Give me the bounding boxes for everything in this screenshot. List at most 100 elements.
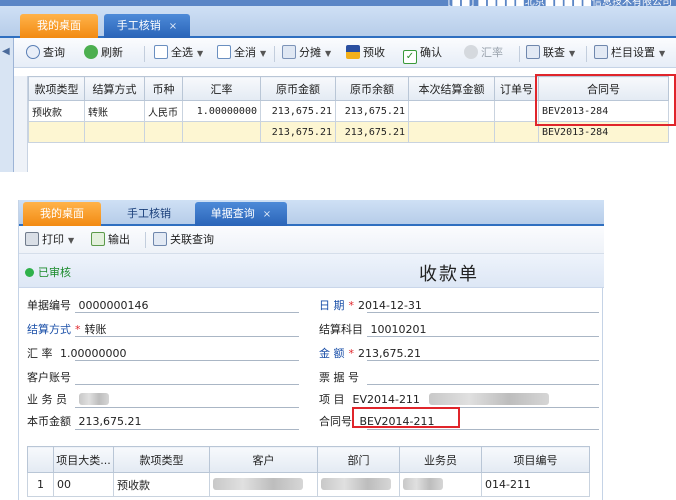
cell-order-no[interactable] <box>494 100 539 122</box>
visa-card-icon <box>346 45 360 59</box>
related-query-button[interactable]: 关联查询 <box>153 231 214 249</box>
sum-cell-amount: 213,675.21 <box>260 121 336 143</box>
print-button[interactable]: 打印 ▼ <box>25 231 74 249</box>
cell-project-category[interactable]: 00 <box>53 472 114 497</box>
link-query-icon <box>526 45 540 59</box>
export-button[interactable]: 输出 <box>91 231 130 249</box>
field-underline <box>75 336 299 337</box>
row-indicator-column <box>14 76 28 172</box>
contract-highlight-box <box>535 74 676 126</box>
sum-cell <box>408 121 495 143</box>
col-header[interactable]: 订单号 <box>494 76 539 101</box>
cell-settle-amount[interactable] <box>408 100 495 122</box>
col-header[interactable]: 款项类型 <box>113 446 210 473</box>
column-settings-button[interactable]: 栏目设置 ▼ <box>594 44 665 62</box>
settle-subject-value: 10010201 <box>370 323 427 336</box>
button-label: 联查 <box>543 46 565 59</box>
col-header[interactable]: 业务员 <box>399 446 482 473</box>
chevron-down-icon[interactable]: ▼ <box>325 49 331 58</box>
button-label: 汇率 <box>481 46 503 59</box>
cell-payment-type[interactable]: 预收款 <box>113 472 210 497</box>
cell-settle-method[interactable]: 转账 <box>84 100 145 122</box>
col-header[interactable]: 结算方式 <box>84 76 145 101</box>
sum-cell <box>182 121 261 143</box>
col-header[interactable] <box>27 446 54 473</box>
required-mark: * <box>348 347 355 360</box>
col-header[interactable]: 原币余额 <box>335 76 409 101</box>
sum-cell <box>28 121 85 143</box>
cell-amount[interactable]: 213,675.21 <box>260 100 336 122</box>
chevron-left-icon[interactable]: ◀ <box>2 46 10 57</box>
exchange-rate-icon <box>464 45 478 59</box>
deselect-all-icon <box>217 45 231 59</box>
field-date: 日 期 * 2014-12-31 <box>319 297 422 313</box>
tab-document-query[interactable]: 单据查询 × <box>195 202 287 226</box>
col-header[interactable]: 客户 <box>209 446 318 473</box>
cell-project-code[interactable]: 014-211 <box>481 472 590 497</box>
status-text: 已审核 <box>38 266 71 279</box>
checkmark-icon: ✓ <box>403 50 417 64</box>
button-label: 预收 <box>363 46 385 59</box>
project-value: EV2014-211 <box>352 393 420 406</box>
col-header[interactable]: 汇率 <box>182 76 261 101</box>
button-label: 全选 <box>171 46 193 59</box>
prepay-button[interactable]: 预收 <box>346 44 385 62</box>
tab-my-desktop[interactable]: 我的桌面 <box>20 14 98 38</box>
deselect-all-button[interactable]: 全消 ▼ <box>217 44 266 62</box>
cell-balance[interactable]: 213,675.21 <box>335 100 409 122</box>
contract-highlight-box <box>352 407 460 428</box>
cell-payment-type[interactable]: 预收款 <box>28 100 85 122</box>
tab-my-desktop[interactable]: 我的桌面 <box>23 202 101 226</box>
cell-department[interactable] <box>317 472 400 497</box>
cell-salesman[interactable] <box>399 472 482 497</box>
chevron-down-icon[interactable]: ▼ <box>197 49 203 58</box>
field-amount: 金 额 * 213,675.21 <box>319 345 421 361</box>
tab-label: 我的桌面 <box>40 207 84 220</box>
field-underline <box>75 360 299 361</box>
export-icon <box>91 232 105 246</box>
field-underline <box>367 429 599 430</box>
related-query-icon <box>153 232 167 246</box>
col-header[interactable]: 项目编号 <box>481 446 590 473</box>
bottom-tab-bar: 我的桌面 手工核销 单据查询 × <box>19 200 604 226</box>
field-ticket-no: 票 据 号 <box>319 369 359 385</box>
grid-header-row: 项目大类... 款项类型 客户 部门 业务员 项目编号 <box>27 446 590 473</box>
table-row[interactable]: 1 00 预收款 014-211 <box>27 472 590 497</box>
button-label: 打印 <box>42 233 64 246</box>
left-collapse-bar[interactable]: ◀ <box>0 38 14 172</box>
col-header[interactable]: 币种 <box>144 76 183 101</box>
col-header[interactable]: 本次结算金额 <box>408 76 495 101</box>
field-label: 单据编号 <box>27 299 71 312</box>
col-header[interactable]: 原币金额 <box>260 76 336 101</box>
select-all-button[interactable]: 全选 ▼ <box>154 44 203 62</box>
chevron-down-icon[interactable]: ▼ <box>569 49 575 58</box>
col-header[interactable]: 款项类型 <box>28 76 85 101</box>
chevron-down-icon[interactable]: ▼ <box>260 49 266 58</box>
chevron-down-icon[interactable]: ▼ <box>659 49 665 58</box>
exchange-rate-button[interactable]: 汇率 <box>464 44 503 62</box>
refresh-button[interactable]: 刷新 <box>84 44 123 62</box>
top-window: [■■] ■■■■■北京■■■■■信息技术有限公司 我的桌面 手工核销 × ◀ 查… <box>0 0 676 172</box>
cell-customer[interactable] <box>209 472 318 497</box>
field-label: 客户账号 <box>27 371 71 384</box>
query-button[interactable]: 查询 <box>26 44 65 62</box>
confirm-button[interactable]: ✓ 确认 <box>403 44 442 64</box>
cell-currency[interactable]: 人民币 <box>144 100 183 122</box>
field-underline <box>367 384 599 385</box>
split-button[interactable]: 分摊 ▼ <box>282 44 331 62</box>
top-tab-bar: 我的桌面 手工核销 × <box>0 6 676 38</box>
date-value: 2014-12-31 <box>358 299 422 312</box>
cell-rate[interactable]: 1.00000000 <box>182 100 261 122</box>
close-icon[interactable]: × <box>169 21 177 32</box>
col-header[interactable]: 项目大类... <box>53 446 114 473</box>
tab-manual-writeoff[interactable]: 手工核销 × <box>104 14 190 38</box>
column-settings-icon <box>594 45 608 59</box>
chevron-down-icon[interactable]: ▼ <box>68 236 74 245</box>
tab-manual-writeoff[interactable]: 手工核销 <box>107 202 191 226</box>
link-query-button[interactable]: 联查 ▼ <box>526 44 575 62</box>
base-amount-value: 213,675.21 <box>78 415 142 428</box>
status-badge: 已审核 <box>25 264 71 280</box>
col-header[interactable]: 部门 <box>317 446 400 473</box>
tab-label: 我的桌面 <box>37 19 81 32</box>
close-icon[interactable]: × <box>263 209 271 220</box>
